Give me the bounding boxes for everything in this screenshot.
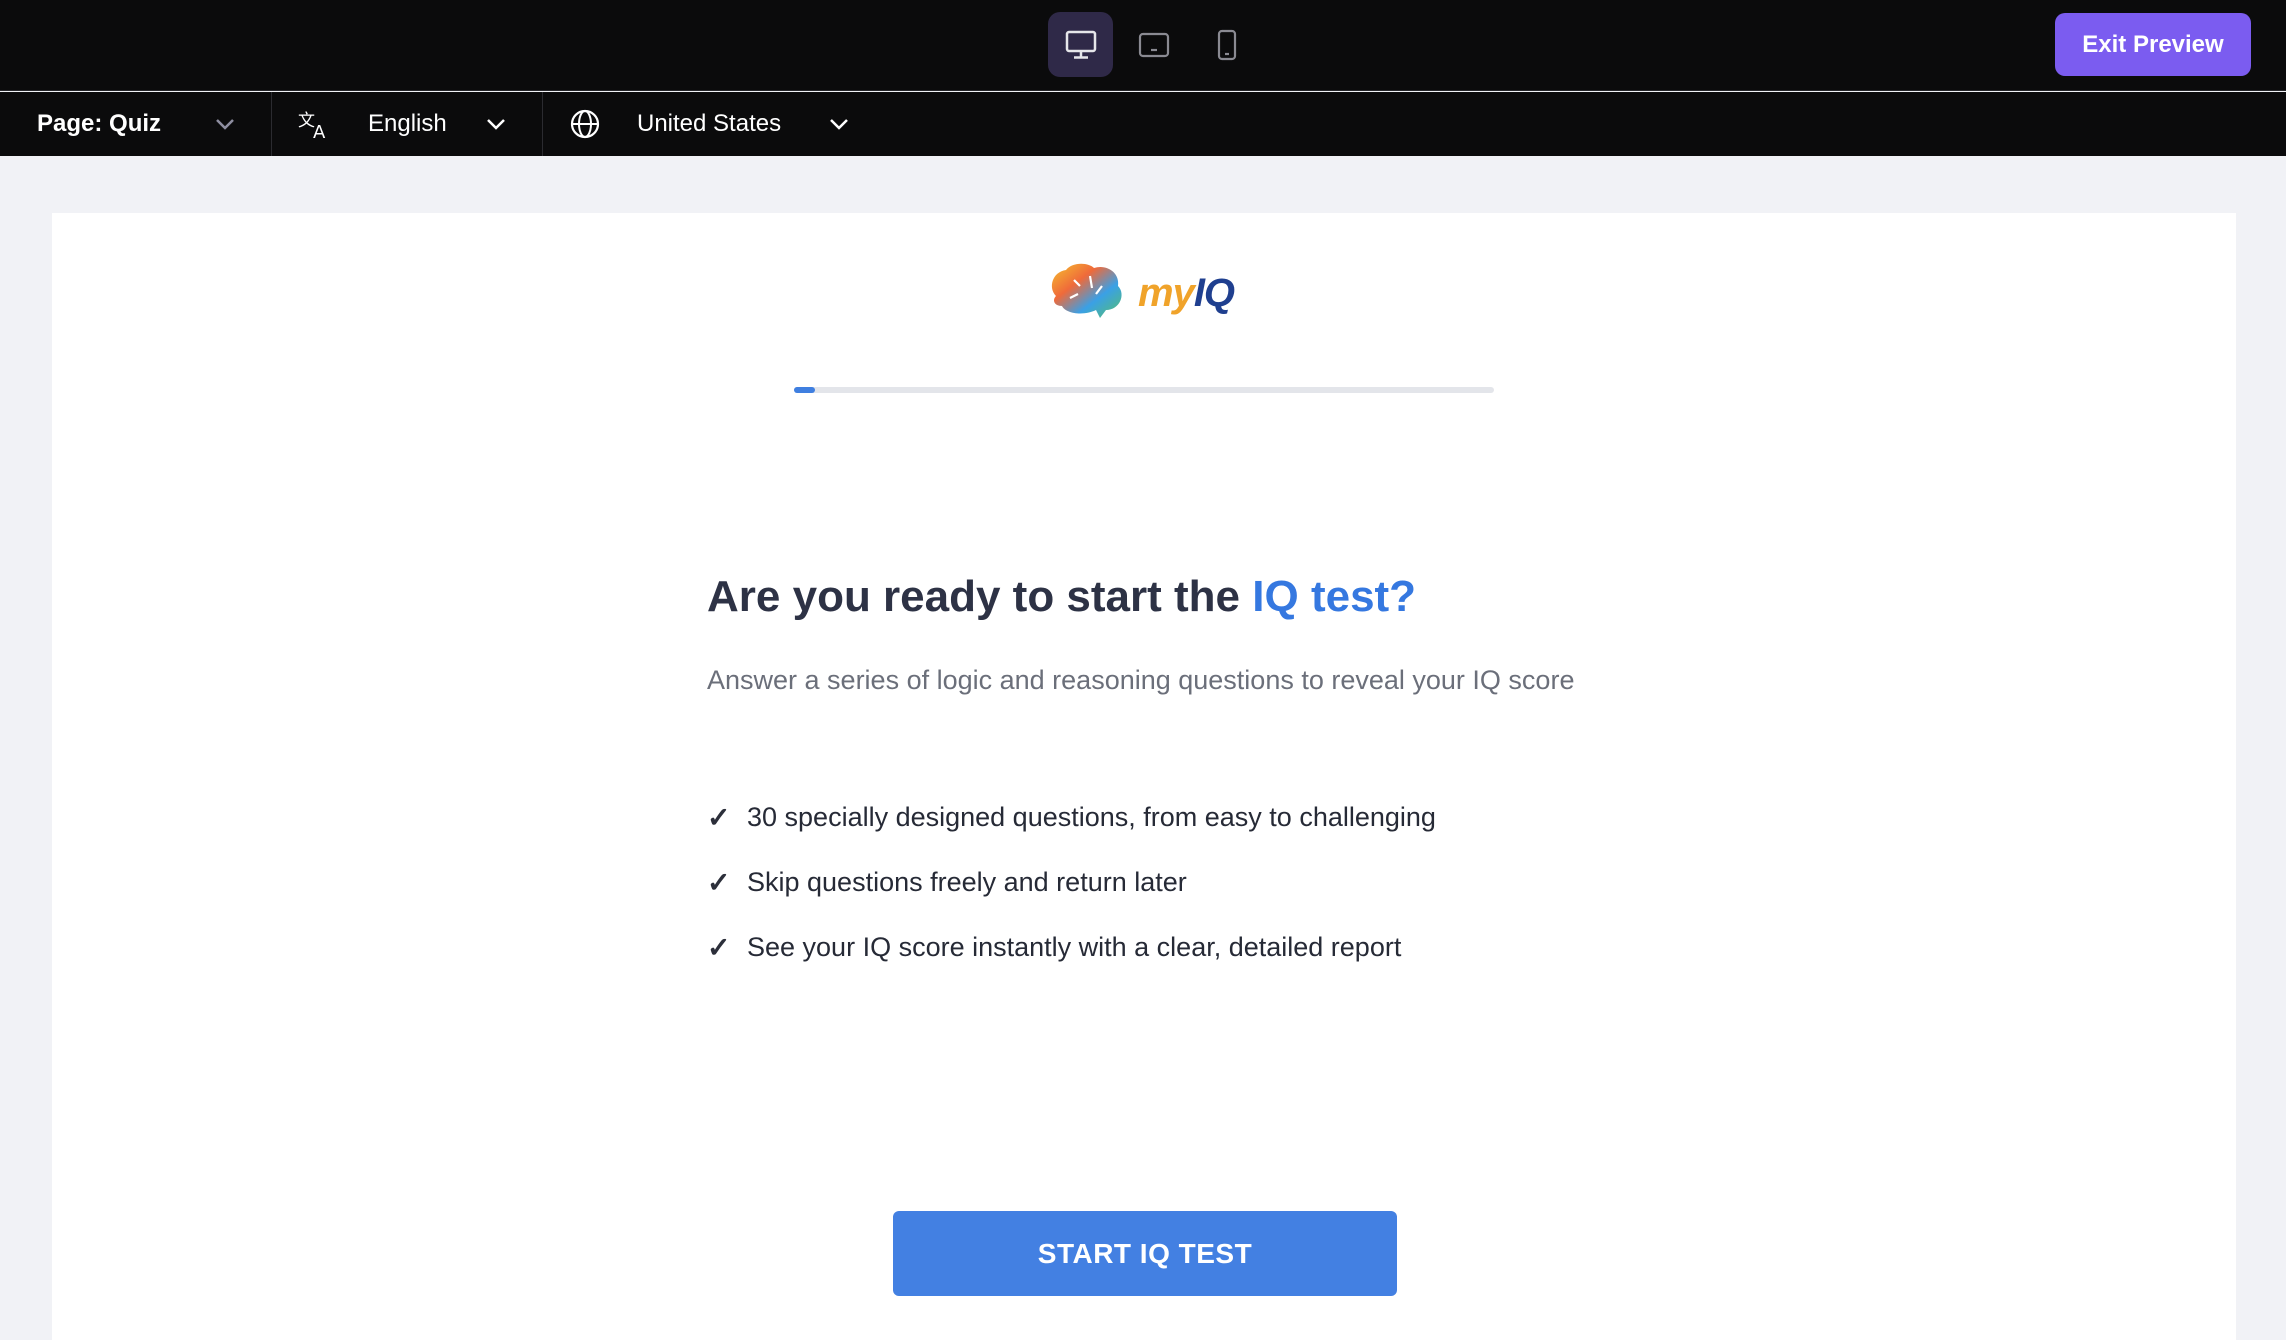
- language-label: English: [368, 110, 447, 137]
- myiq-logo: myIQ: [1044, 258, 1244, 328]
- preview-subbar: Page: Quiz 文 A English United States: [0, 92, 2286, 156]
- tablet-view-button[interactable]: [1121, 12, 1186, 77]
- chevron-down-icon: [829, 118, 849, 130]
- quiz-headline: Are you ready to start the IQ test?: [707, 572, 1417, 621]
- mobile-icon: [1217, 29, 1236, 60]
- page-selector-label: Page: Quiz: [37, 110, 162, 137]
- translate-icon: 文 A: [298, 109, 332, 139]
- region-label: United States: [637, 110, 782, 137]
- brain-logo-icon: [1051, 263, 1122, 318]
- feature-text: See your IQ score instantly with a clear…: [747, 932, 1402, 962]
- mobile-view-button[interactable]: [1194, 12, 1259, 77]
- quiz-progress-fill: [794, 387, 815, 393]
- quiz-preview-card: [52, 213, 2236, 1340]
- feature-text: Skip questions freely and return later: [747, 867, 1187, 897]
- logo-wordmark: myIQ: [1138, 270, 1235, 315]
- feature-item: ✓ See your IQ score instantly with a cle…: [707, 915, 1436, 980]
- page-selector[interactable]: Page: Quiz: [0, 92, 272, 156]
- region-selector[interactable]: United States: [543, 92, 885, 156]
- quiz-progress-bar: [794, 387, 1494, 393]
- start-iq-test-button[interactable]: START IQ TEST: [893, 1211, 1397, 1296]
- feature-item: ✓ 30 specially designed questions, from …: [707, 785, 1436, 850]
- desktop-view-button[interactable]: [1048, 12, 1113, 77]
- feature-item: ✓ Skip questions freely and return later: [707, 850, 1436, 915]
- checkmark-icon: ✓: [707, 932, 731, 963]
- checkmark-icon: ✓: [707, 867, 731, 898]
- feature-list: ✓ 30 specially designed questions, from …: [707, 785, 1436, 980]
- headline-accent: IQ test?: [1252, 572, 1417, 621]
- preview-topbar: Exit Preview: [0, 0, 2286, 91]
- svg-text:A: A: [313, 122, 326, 139]
- chevron-down-icon: [486, 118, 506, 130]
- device-switcher: [1048, 12, 1259, 77]
- globe-icon: [569, 108, 601, 140]
- chevron-down-icon: [215, 118, 235, 130]
- desktop-icon: [1065, 30, 1096, 59]
- quiz-subheading: Answer a series of logic and reasoning q…: [707, 665, 1575, 695]
- exit-preview-button[interactable]: Exit Preview: [2055, 13, 2251, 76]
- checkmark-icon: ✓: [707, 802, 731, 833]
- tablet-icon: [1138, 32, 1169, 57]
- language-selector[interactable]: 文 A English: [272, 92, 543, 156]
- feature-text: 30 specially designed questions, from ea…: [747, 802, 1436, 832]
